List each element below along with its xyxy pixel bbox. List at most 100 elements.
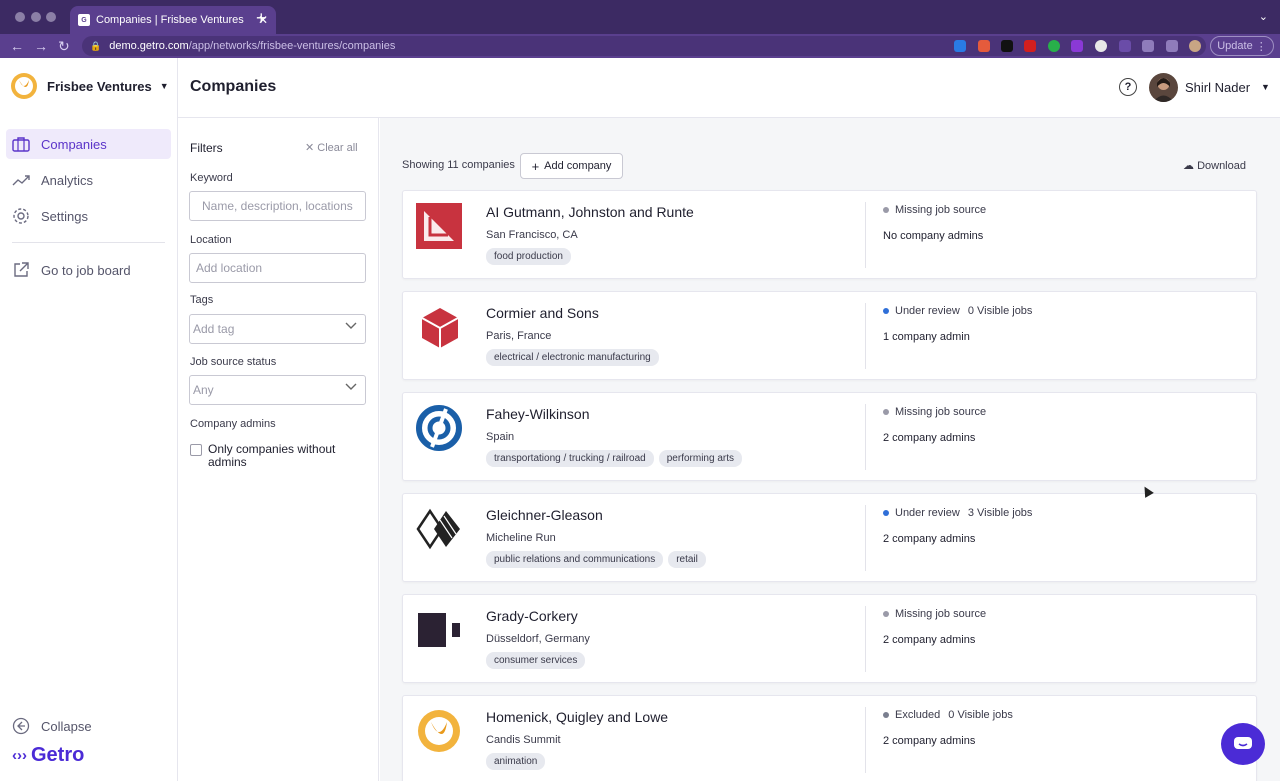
chevron-down-icon	[345, 383, 357, 394]
org-logo	[11, 73, 37, 99]
extension-icon[interactable]	[1001, 40, 1013, 52]
company-card[interactable]: AI Gutmann, Johnston and Runte San Franc…	[402, 190, 1257, 279]
sidebar-item-label: Settings	[41, 208, 88, 224]
profile-avatar[interactable]	[1189, 40, 1201, 52]
company-name[interactable]: Fahey-Wilkinson	[486, 406, 589, 422]
company-location: Düsseldorf, Germany	[486, 633, 590, 645]
company-name[interactable]: AI Gutmann, Johnston and Runte	[486, 204, 694, 220]
tag: food production	[486, 248, 571, 265]
org-name: Frisbee Ventures	[47, 78, 152, 94]
admins-label: Company admins	[190, 418, 276, 430]
no-admins-checkbox-row[interactable]: Only companies without admins	[190, 443, 348, 469]
company-name[interactable]: Grady-Corkery	[486, 608, 578, 624]
no-admins-label: Only companies without admins	[208, 442, 336, 469]
chevron-down-icon[interactable]: ▼	[1261, 82, 1270, 92]
job-source-status: Under review 0 Visible jobs	[883, 305, 1032, 317]
sidepanel-icon[interactable]	[1166, 40, 1178, 52]
status-label: Missing job source	[895, 608, 987, 620]
gear-icon	[12, 207, 30, 225]
back-icon[interactable]: ←	[10, 38, 24, 54]
status-dot	[883, 409, 889, 415]
results-count: Showing 11 companies	[402, 159, 515, 171]
company-tags: public relations and communications reta…	[486, 551, 706, 568]
close-window-dot[interactable]	[15, 12, 25, 22]
location-input[interactable]: Add location	[189, 253, 366, 283]
collapse-button[interactable]: Collapse	[6, 711, 171, 741]
puzzle-icon[interactable]	[1142, 40, 1154, 52]
admins-count: 2 company admins	[883, 533, 976, 545]
job-source-status: Under review 3 Visible jobs	[883, 507, 1032, 519]
job-board-label: Go to job board	[41, 262, 131, 278]
extension-icon[interactable]	[978, 40, 990, 52]
briefcase-icon	[12, 135, 30, 153]
company-name[interactable]: Cormier and Sons	[486, 305, 599, 321]
company-tags: animation	[486, 753, 546, 770]
add-company-label: Add company	[544, 160, 612, 172]
company-tags: transportationg / trucking / railroad pe…	[486, 450, 742, 467]
company-logo	[421, 308, 459, 348]
user-avatar[interactable]	[1149, 73, 1178, 102]
status-label: Under review	[895, 305, 960, 317]
company-card[interactable]: Cormier and Sons Paris, France electrica…	[402, 291, 1257, 380]
lock-icon: 🔒	[90, 40, 102, 51]
admins-count: 1 company admin	[883, 331, 970, 343]
tags-select[interactable]: Add tag	[189, 314, 366, 344]
clear-all-button[interactable]: ✕ Clear all	[305, 141, 358, 154]
company-card[interactable]: Fahey-Wilkinson Spain transportationg / …	[402, 392, 1257, 481]
company-card[interactable]: Homenick, Quigley and Lowe Candis Summit…	[402, 695, 1257, 781]
card-divider	[865, 404, 866, 470]
extension-icon[interactable]	[954, 40, 966, 52]
company-tags: food production	[486, 248, 571, 265]
getro-mark-icon: ‹››	[12, 747, 27, 764]
company-tags: consumer services	[486, 652, 586, 669]
status-dot	[883, 207, 889, 213]
org-switcher[interactable]: Frisbee Ventures ▼	[10, 72, 169, 100]
visible-jobs: 0 Visible jobs	[948, 709, 1013, 721]
download-button[interactable]: ☁ Download	[1183, 159, 1246, 172]
sidebar-item-settings[interactable]: Settings	[6, 201, 171, 231]
status-label: Missing job source	[895, 204, 987, 216]
url-path: /app/networks/frisbee-ventures/companies	[188, 40, 396, 52]
keyword-input[interactable]: Name, description, locations	[189, 191, 366, 221]
brand-name: Getro	[31, 744, 85, 766]
sidebar-item-job-board[interactable]: Go to job board	[6, 255, 171, 285]
maximize-window-dot[interactable]	[46, 12, 56, 22]
reload-icon[interactable]: ↻	[58, 38, 70, 55]
job-source-select[interactable]: Any	[189, 375, 366, 405]
user-name[interactable]: Shirl Nader	[1185, 80, 1250, 95]
browser-toolbar: ← → ↻ 🔒 demo.getro.com/app/networks/fris…	[0, 34, 1280, 58]
extension-icon[interactable]	[1071, 40, 1083, 52]
getro-logo: ‹›› Getro	[12, 744, 84, 767]
no-admins-checkbox[interactable]	[190, 444, 202, 456]
add-company-button[interactable]: + Add company	[520, 153, 623, 179]
filters-panel: Filters ✕ Clear all Keyword Name, descri…	[178, 118, 379, 781]
collapse-icon	[12, 717, 30, 735]
visible-jobs: 0 Visible jobs	[967, 305, 1033, 317]
tag: retail	[668, 551, 706, 568]
extension-icon[interactable]	[1119, 40, 1131, 52]
tab-menu-icon[interactable]: ⌄	[1259, 10, 1268, 23]
chat-launcher-button[interactable]	[1221, 723, 1265, 765]
sidebar-item-companies[interactable]: Companies	[6, 129, 171, 159]
extension-icon[interactable]	[1095, 40, 1107, 52]
card-divider	[865, 606, 866, 672]
browser-tab[interactable]: G Companies | Frisbee Ventures ✕	[70, 6, 276, 34]
company-location: Candis Summit	[486, 734, 561, 746]
company-name[interactable]: Gleichner-Gleason	[486, 507, 603, 523]
minimize-window-dot[interactable]	[31, 12, 41, 22]
sidebar-item-analytics[interactable]: Analytics	[6, 165, 171, 195]
extension-icon[interactable]	[1048, 40, 1060, 52]
company-name[interactable]: Homenick, Quigley and Lowe	[486, 709, 668, 725]
card-divider	[865, 505, 866, 571]
new-tab-icon[interactable]: +	[256, 8, 272, 29]
update-button[interactable]: Update ⋮	[1210, 36, 1274, 56]
forward-icon[interactable]: →	[34, 38, 48, 54]
company-card[interactable]: Gleichner-Gleason Micheline Run public r…	[402, 493, 1257, 582]
address-bar[interactable]: 🔒 demo.getro.com/app/networks/frisbee-ve…	[82, 36, 1206, 56]
card-divider	[865, 303, 866, 369]
extension-icon[interactable]	[1024, 40, 1036, 52]
help-icon[interactable]: ?	[1119, 78, 1137, 96]
collapse-label: Collapse	[41, 718, 92, 734]
job-source-status: Missing job source	[883, 406, 986, 418]
company-card[interactable]: Grady-Corkery Düsseldorf, Germany consum…	[402, 594, 1257, 683]
